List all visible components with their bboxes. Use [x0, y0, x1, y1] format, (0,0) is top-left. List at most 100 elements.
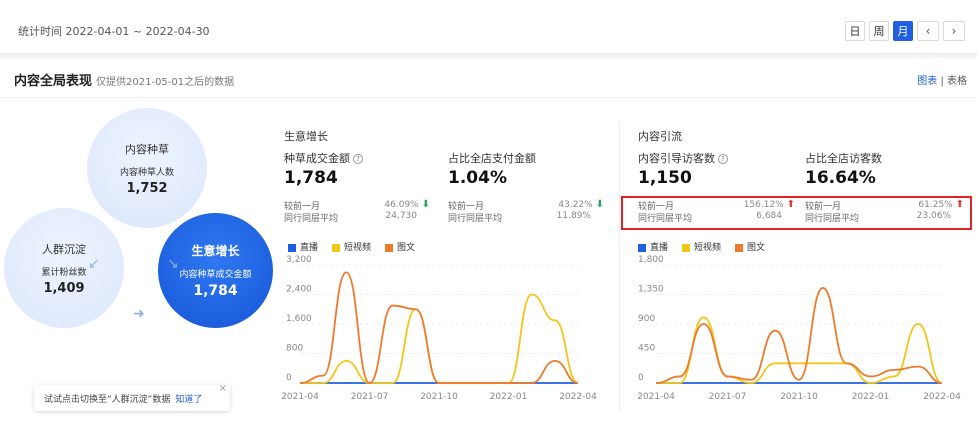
- funnel-growth-value: 1,784: [193, 283, 238, 299]
- legend-swatch: [332, 243, 341, 252]
- card-header: 内容全局表现 仅提供2021-05-01之后的数据 图表 | 表格: [0, 58, 977, 98]
- legend-label: 直播: [300, 243, 319, 253]
- arrow-down-icon: ⬇: [595, 199, 604, 210]
- growth-line-chart: 0 800 1,600 2,400 3,200 2021-04 2021-07 2021-10…: [281, 255, 597, 402]
- growth-m1-label: 种草成交金额?: [284, 150, 363, 166]
- hint-dismiss-link[interactable]: 知道了: [175, 392, 202, 405]
- legend-swatch: [638, 243, 646, 252]
- traffic-chart-legend: 直播 短视频 图文: [638, 240, 765, 253]
- x-tick-label: 2022-04: [559, 392, 597, 402]
- traffic-m2-label: 占比全店访客数: [805, 152, 882, 165]
- legend-swatch: [682, 243, 691, 252]
- y-tick-label: 1,350: [638, 285, 664, 295]
- funnel-seed-circle[interactable]: 内容种草 内容种草人数 1,752: [87, 108, 207, 228]
- y-tick-label: 2,400: [286, 285, 312, 295]
- legend-item-live[interactable]: 直播: [288, 240, 318, 253]
- period-month-button[interactable]: 月: [893, 21, 913, 41]
- growth-m2-value: 1.04%: [448, 168, 507, 188]
- traffic-line-chart: 0 450 900 1,350 1,800 2021-04 2021-07 2021-10 20…: [637, 255, 961, 402]
- hint-text: 试试点击切换至“人群沉淀”数据: [44, 394, 171, 405]
- y-tick-label: 450: [638, 344, 655, 354]
- legend-label: 短视频: [694, 243, 722, 253]
- view-separator: |: [940, 76, 944, 87]
- traffic-section-title: 内容引流: [638, 130, 682, 143]
- funnel-seed-title: 内容种草: [125, 142, 169, 156]
- arrow-down-left-icon: ↙: [88, 256, 100, 272]
- legend-item-short-video[interactable]: 短视频: [332, 240, 371, 253]
- x-tick-label: 2021-10: [420, 392, 458, 402]
- traffic-m2-value: 16.64%: [805, 168, 876, 188]
- chevron-right-icon[interactable]: ›: [943, 21, 965, 41]
- x-tick-label: 2022-01: [852, 392, 890, 402]
- x-tick-label: 2021-10: [780, 392, 818, 402]
- y-tick-label: 3,200: [286, 255, 312, 265]
- hint-tooltip: 试试点击切换至“人群沉淀”数据 知道了 ×: [34, 383, 230, 411]
- funnel-fans-value: 1,409: [43, 280, 85, 296]
- funnel-growth-title: 生意增长: [191, 244, 240, 258]
- funnel-fans-circle[interactable]: 人群沉淀 累计粉丝数 1,409: [4, 208, 124, 328]
- arrow-down-icon: ⬇: [421, 199, 430, 210]
- funnel-fans-title: 人群沉淀: [42, 242, 86, 256]
- stat-period-label: 统计时间 2022-04-01 ~ 2022-04-30: [18, 25, 210, 38]
- arrow-down-right-icon: ↘: [167, 256, 179, 272]
- y-tick-label: 900: [638, 314, 655, 324]
- funnel-seed-label: 内容种草人数: [119, 167, 174, 178]
- growth-m1-cmp1-value-text: 46.09%: [384, 200, 419, 210]
- growth-m2-label: 占比全店支付金额: [448, 152, 536, 165]
- legend-label: 图文: [747, 243, 766, 253]
- traffic-m1-label: 内容引导访客数?: [638, 150, 728, 166]
- growth-section-title: 生意增长: [284, 130, 328, 143]
- legend-item-short-video[interactable]: 短视频: [682, 240, 721, 253]
- period-toggle: 日 周 月 ‹ ›: [845, 21, 965, 41]
- x-tick-label: 2022-01: [490, 392, 528, 402]
- card-title-text: 内容全局表现: [14, 74, 93, 89]
- growth-m2-cmp1-value-text: 43.22%: [558, 200, 593, 210]
- legend-label: 图文: [397, 243, 416, 253]
- arrow-right-icon: ➜: [133, 306, 145, 322]
- series-line: [299, 271, 579, 384]
- growth-m1-cmp1-value: 46.09% ⬇: [360, 199, 430, 210]
- view-table-link[interactable]: 表格: [947, 76, 967, 87]
- growth-chart-legend: 直播 短视频 图文: [288, 240, 415, 253]
- legend-item-article[interactable]: 图文: [735, 240, 765, 253]
- growth-m2-cmp2-value: 11.89%: [556, 211, 591, 221]
- y-tick-label: 1,800: [638, 255, 664, 265]
- y-tick-label: 0: [286, 373, 292, 383]
- highlight-box: [621, 196, 972, 230]
- y-tick-label: 1,600: [286, 314, 312, 324]
- period-day-button[interactable]: 日: [845, 21, 865, 41]
- topbar: 统计时间 2022-04-01 ~ 2022-04-30 日 周 月 ‹ ›: [0, 0, 977, 54]
- y-tick-label: 0: [638, 373, 644, 383]
- funnel-growth-label: 内容种草成交金额: [179, 270, 252, 280]
- growth-m1-label-text: 种草成交金额: [284, 152, 350, 165]
- growth-m1-cmp2-label: 同行同层平均: [284, 214, 339, 224]
- x-tick-label: 2022-04: [923, 392, 961, 402]
- view-toggle: 图表 | 表格: [917, 72, 967, 87]
- card-subtitle: 仅提供2021-05-01之后的数据: [96, 77, 235, 88]
- question-icon[interactable]: ?: [353, 154, 363, 164]
- legend-swatch: [735, 243, 744, 252]
- close-icon[interactable]: ×: [219, 383, 227, 394]
- legend-swatch: [288, 243, 296, 252]
- growth-m2-cmp2-label: 同行同层平均: [448, 214, 503, 224]
- series-line: [299, 293, 579, 384]
- x-tick-label: 2021-04: [637, 392, 675, 402]
- funnel-fans-label: 累计粉丝数: [41, 267, 87, 278]
- panel-divider: [619, 122, 620, 412]
- legend-item-article[interactable]: 图文: [385, 240, 415, 253]
- period-week-button[interactable]: 周: [869, 21, 889, 41]
- legend-item-live[interactable]: 直播: [638, 240, 668, 253]
- legend-label: 短视频: [344, 243, 372, 253]
- series-line: [655, 287, 943, 384]
- chevron-left-icon[interactable]: ‹: [917, 21, 939, 41]
- card-title: 内容全局表现 仅提供2021-05-01之后的数据: [14, 70, 234, 89]
- y-tick-label: 800: [286, 344, 303, 354]
- funnel-seed-value: 1,752: [126, 180, 168, 196]
- x-tick-label: 2021-07: [709, 392, 747, 402]
- traffic-m1-value: 1,150: [638, 168, 692, 188]
- legend-label: 直播: [650, 243, 669, 253]
- growth-m2-cmp1-value: 43.22% ⬇: [530, 199, 604, 210]
- view-chart-link[interactable]: 图表: [917, 76, 937, 87]
- question-icon[interactable]: ?: [718, 154, 728, 164]
- x-tick-label: 2021-04: [281, 392, 319, 402]
